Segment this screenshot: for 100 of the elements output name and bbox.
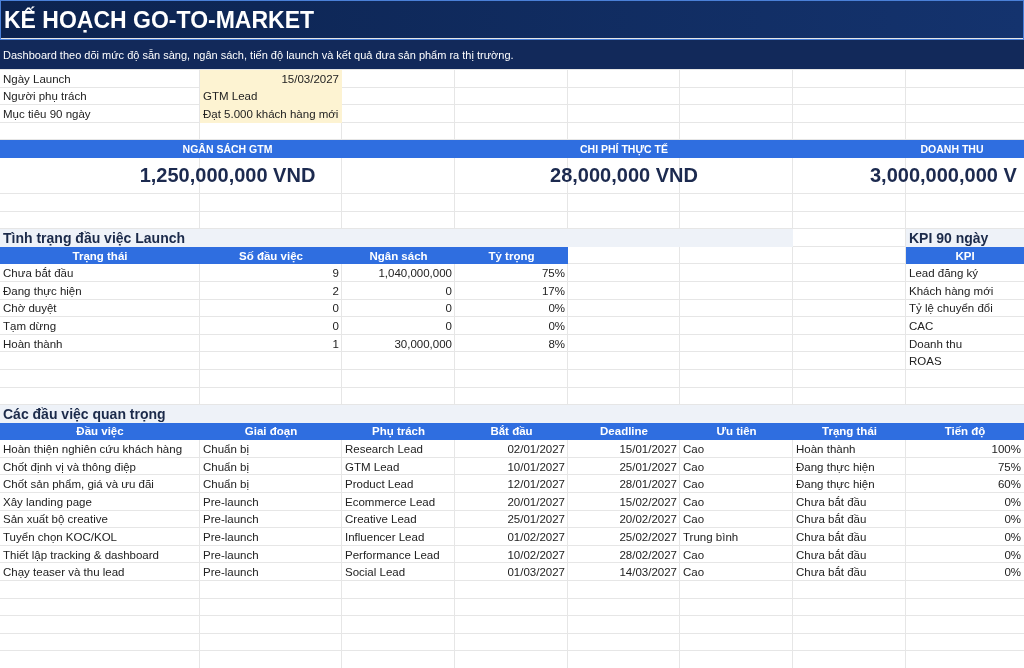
- table-cell-text: Chốt sản phẩm, giá và ưu đãi: [2, 477, 155, 493]
- metric-value: 3,000,000,000 V: [869, 163, 1018, 189]
- metric-label: DOANH THU: [793, 140, 1024, 158]
- table-cell-text: 100%: [990, 442, 1022, 458]
- field-label: Ngày Launch: [2, 71, 72, 87]
- table-cell-text: 02/01/2027: [506, 442, 566, 458]
- table-cell-text: Pre-launch: [202, 565, 260, 581]
- metric-value: 1,250,000,000 VND: [138, 163, 317, 189]
- table-cell-text: Cao: [682, 477, 706, 493]
- table-cell-text: Đang thực hiện: [795, 459, 876, 475]
- table-cell-text: 2: [331, 283, 340, 299]
- table-cell-text: 17%: [540, 283, 566, 299]
- table-cell-text: 25/01/2027: [506, 512, 566, 528]
- table-cell-text: Chuẩn bị: [202, 442, 251, 458]
- table-cell-text: 20/02/2027: [618, 512, 678, 528]
- metric-label: CHI PHÍ THỰC TẾ: [455, 140, 793, 158]
- table-cell-text: 0: [444, 301, 453, 317]
- table-cell-text: Đang thực hiện: [2, 283, 83, 299]
- table-cell-text: Product Lead: [344, 477, 415, 493]
- table-cell-text: 28/01/2027: [618, 477, 678, 493]
- table-cell-text: 0: [331, 318, 340, 334]
- table-cell-text: Chốt định vị và thông điệp: [2, 459, 137, 475]
- table-cell-text: Chưa bắt đầu: [2, 266, 75, 282]
- table-cell-text: 15/01/2027: [618, 442, 678, 458]
- sheet-description: Dashboard theo dõi mức độ sẵn sàng, ngân sách, tiến độ launch và kết quả đưa sản phẩm ra thị trường.: [2, 48, 515, 63]
- table-cell-text: 0%: [1003, 547, 1022, 563]
- table-cell-text: 60%: [996, 477, 1022, 493]
- table-cell-text: Trung bình: [682, 530, 740, 546]
- table-cell-text: 75%: [540, 266, 566, 282]
- table-cell-text: 12/01/2027: [506, 477, 566, 493]
- section-title: Tình trạng đầu việc Launch: [0, 229, 793, 247]
- table-cell-text: Cao: [682, 459, 706, 475]
- table-cell-text: 25/02/2027: [618, 530, 678, 546]
- table-cell-text: Cao: [682, 442, 706, 458]
- table-cell-text: 0%: [1003, 494, 1022, 510]
- table-cell-text: 0%: [1003, 530, 1022, 546]
- field-label: Mục tiêu 90 ngày: [2, 107, 92, 122]
- table-cell-text: 9: [331, 266, 340, 282]
- table-cell-text: Cao: [682, 494, 706, 510]
- table-cell-text: Hoàn thành: [795, 442, 857, 458]
- table-cell-text: Research Lead: [344, 442, 424, 458]
- table-cell-text: Chưa bắt đầu: [795, 547, 868, 563]
- table-cell-text: 15/02/2027: [618, 494, 678, 510]
- table-cell-text: Lead đăng ký: [908, 266, 980, 282]
- table-cell-text: 8%: [547, 336, 566, 352]
- table-cell-text: Hoàn thành: [2, 336, 64, 352]
- table-cell-text: Thiết lập tracking & dashboard: [2, 547, 160, 563]
- table-cell-text: 1: [331, 336, 340, 352]
- metric-label: NGÂN SÁCH GTM: [0, 140, 455, 158]
- table-cell-text: Tỷ lệ chuyển đổi: [908, 301, 994, 317]
- table-cell-text: ROAS: [908, 354, 943, 370]
- table-cell-text: Pre-launch: [202, 547, 260, 563]
- table-cell-text: Đang thực hiện: [795, 477, 876, 493]
- table-cell-text: Doanh thu: [908, 336, 964, 352]
- table-cell-text: Creative Lead: [344, 512, 418, 528]
- table-cell-text: Cao: [682, 512, 706, 528]
- table-cell-text: 01/03/2027: [506, 565, 566, 581]
- table-cell-text: Chưa bắt đầu: [795, 494, 868, 510]
- table-cell-text: Cao: [682, 547, 706, 563]
- table-cell-text: Chuẩn bị: [202, 477, 251, 493]
- table-cell-text: CAC: [908, 318, 935, 334]
- table-cell-text: Tạm dừng: [2, 318, 58, 334]
- table-cell-text: Khách hàng mới: [908, 283, 995, 299]
- table-cell-text: 14/03/2027: [618, 565, 678, 581]
- table-cell-text: Hoàn thiện nghiên cứu khách hàng: [2, 442, 184, 458]
- table-cell-text: 0: [444, 318, 453, 334]
- table-cell-text: 0%: [547, 301, 566, 317]
- table-cell-text: Chưa bắt đầu: [795, 512, 868, 528]
- table-cell-text: Chạy teaser và thu lead: [2, 565, 126, 581]
- table-cell-text: 30,000,000: [393, 336, 453, 352]
- table-cell-text: Pre-launch: [202, 494, 260, 510]
- table-cell-text: 0%: [1003, 512, 1022, 528]
- table-cell-text: 10/01/2027: [506, 459, 566, 475]
- table-cell-text: Pre-launch: [202, 512, 260, 528]
- field-label: Người phụ trách: [2, 89, 88, 105]
- table-cell-text: Social Lead: [344, 565, 407, 581]
- table-cell-text: 20/01/2027: [506, 494, 566, 510]
- metric-value: 28,000,000 VND: [549, 163, 699, 189]
- table-cell-text: Chưa bắt đầu: [795, 565, 868, 581]
- table-cell-text: 10/02/2027: [506, 547, 566, 563]
- table-cell-text: Performance Lead: [344, 547, 441, 563]
- table-cell-text: 0: [331, 301, 340, 317]
- table-cell-text: Chờ duyệt: [2, 301, 58, 317]
- table-cell-text: Tuyển chọn KOC/KOL: [2, 530, 118, 546]
- table-cell-text: 0: [444, 283, 453, 299]
- table-cell-text: 75%: [996, 459, 1022, 475]
- table-cell-text: 0%: [1003, 565, 1022, 581]
- table-cell-text: Chuẩn bị: [202, 459, 251, 475]
- table-cell-text: 28/02/2027: [618, 547, 678, 563]
- table-cell-text: 01/02/2027: [506, 530, 566, 546]
- table-cell-text: 25/01/2027: [618, 459, 678, 475]
- table-cell-text: Cao: [682, 565, 706, 581]
- table-cell-text: Sản xuất bộ creative: [2, 512, 109, 528]
- table-cell-text: Influencer Lead: [344, 530, 426, 546]
- table-cell-text: 0%: [547, 318, 566, 334]
- table-cell-text: Chưa bắt đầu: [795, 530, 868, 546]
- section-title: Các đầu việc quan trọng: [0, 405, 1024, 423]
- table-cell-text: GTM Lead: [344, 459, 401, 475]
- table-cell-text: Xây landing page: [2, 494, 93, 510]
- sheet-title: KẾ HOẠCH GO-TO-MARKET: [3, 5, 316, 35]
